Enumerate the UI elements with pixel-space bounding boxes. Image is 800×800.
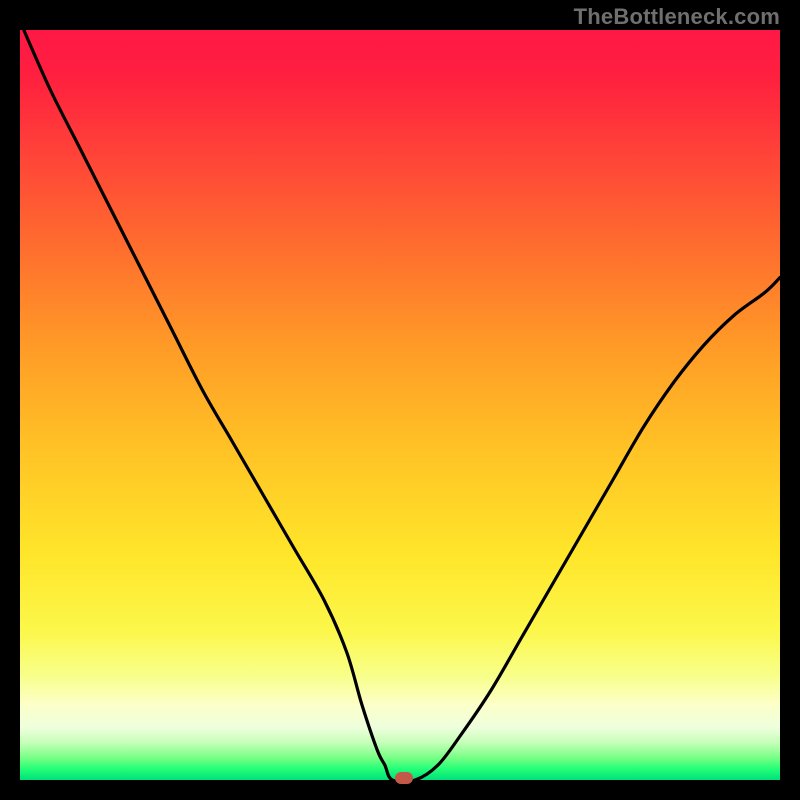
watermark-text: TheBottleneck.com [574,4,780,30]
mismatch-curve-path [24,30,780,782]
current-config-marker [395,772,413,784]
chart-stage: TheBottleneck.com [0,0,800,800]
mismatch-curve [20,30,780,780]
plot-area [20,30,780,780]
